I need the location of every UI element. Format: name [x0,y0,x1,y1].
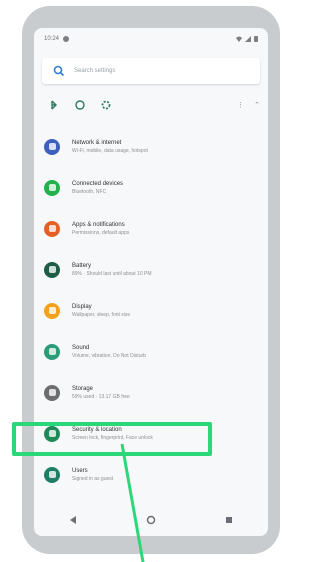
settings-item-sound[interactable]: Sound Volume, vibration, Do Not Disturb [34,331,268,372]
back-icon [70,516,76,524]
settings-item-display[interactable]: Display Wallpaper, sleep, font size [34,290,268,331]
apps-icon [44,220,60,237]
settings-item-subtitle: Signed in as guest [72,475,114,482]
user-icon [44,466,60,483]
highlight-box [12,422,212,456]
navigation-bar [34,504,268,536]
battery-status-icon [254,36,258,42]
data-quick-icon[interactable] [74,99,86,111]
settings-item-subtitle: Permissions, default apps [72,229,130,236]
settings-item-title: Sound [72,344,90,351]
settings-item-subtitle: 59% used · 13.17 GB free [72,393,130,400]
settings-item-subtitle: Bluetooth, NFC [72,188,107,195]
settings-item-subtitle: 89% · Should last until about 10 PM [72,270,152,277]
chevron-collapse-icon[interactable]: ⌃ [254,101,260,109]
settings-item-battery[interactable]: Battery 89% · Should last until about 10… [34,249,268,290]
status-time: 10:24 [44,36,60,42]
display-icon [44,302,60,319]
settings-item-title: Connected devices [72,180,124,187]
recents-icon [226,517,232,523]
gear-quick-icon[interactable] [100,99,112,111]
home-icon [146,515,156,525]
home-button[interactable] [145,514,157,526]
battery-icon [44,261,60,278]
settings-item-title: Battery [72,262,92,269]
settings-item-subtitle: Wallpaper, sleep, font size [72,311,131,318]
storage-icon [44,384,60,401]
search-bar[interactable]: Search settings [42,58,260,84]
status-bar: 10:24 [34,28,268,50]
bluetooth-icon [44,179,60,196]
back-button[interactable] [67,514,79,526]
settings-item-connected-devices[interactable]: Connected devices Bluetooth, NFC [34,167,268,208]
suggestion-row: ⋮ ⌃ [34,92,268,118]
settings-item-subtitle: Wi-Fi, mobile, data usage, hotspot [72,147,148,154]
wifi-icon [236,36,242,42]
settings-item-title: Storage [72,385,94,392]
settings-item-title: Network & internet [72,139,122,146]
signal-icon [245,36,251,42]
settings-item-title: Apps & notifications [72,221,125,228]
recents-button[interactable] [223,514,235,526]
suggestion-more-icon[interactable]: ⋮ [237,101,244,109]
settings-item-users[interactable]: Users Signed in as guest [34,454,268,495]
settings-item-title: Display [72,303,92,310]
settings-item-title: Users [72,467,88,474]
settings-item-apps[interactable]: Apps & notifications Permissions, defaul… [34,208,268,249]
settings-item-subtitle: Volume, vibration, Do Not Disturb [72,352,146,359]
network-icon [44,138,60,155]
settings-item-network[interactable]: Network & internet Wi-Fi, mobile, data u… [34,126,268,167]
sound-icon [44,343,60,360]
notification-icon [63,36,70,42]
phone-screen: 10:24 Search settings ⋮ ⌃ Network & inte… [34,28,268,536]
bluetooth-quick-icon[interactable] [48,99,60,111]
search-placeholder: Search settings [74,68,116,74]
settings-item-storage[interactable]: Storage 59% used · 13.17 GB free [34,372,268,413]
search-icon [53,65,65,77]
